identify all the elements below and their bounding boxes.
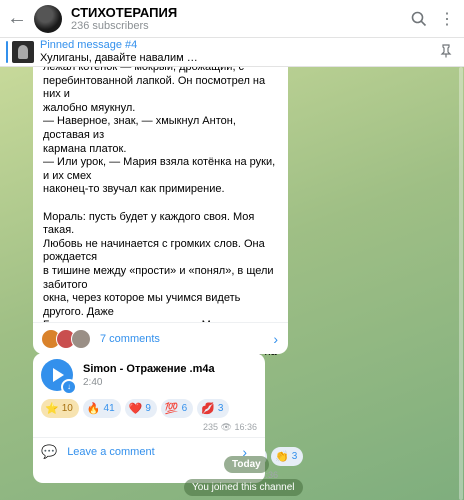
chat-background: лежал котенок — мокрый, дрожащий, с пере… [0,67,464,500]
reaction-chip[interactable]: ⭐ 10 [41,399,79,418]
chat-header: ← СТИХОТЕРАПИЯ 236 subscribers ⋮ [0,0,464,38]
audio-reactions: ⭐ 10 🔥 41 ❤️ 9 💯 6 💋 3 [41,399,257,418]
scrollbar[interactable] [458,67,464,500]
chevron-right-icon: › [273,330,278,347]
reaction-chip[interactable]: ❤️ 9 [124,399,157,418]
reaction-chip[interactable]: 💋 3 [197,399,230,418]
more-menu-icon[interactable]: ⋮ [436,8,458,30]
play-icon[interactable]: ↓ [41,359,77,395]
reaction-emoji: 👏 [274,450,289,463]
reaction-count: 3 [291,450,298,462]
post-time: 16:36 [234,422,257,432]
subscriber-count: 236 subscribers [71,19,149,32]
reaction-chip[interactable]: 💯 6 [160,399,194,418]
reaction-emoji: 💯 [164,403,179,415]
channel-avatar[interactable] [34,4,62,33]
reaction-count: 3 [217,403,224,414]
pinned-indicator [6,41,8,63]
reaction-count: 9 [145,403,151,414]
audio-player: ↓ Simon - Отражение .m4a 2:40 [41,359,257,395]
channel-title: СТИХОТЕРАПИЯ [71,4,178,20]
reaction-count: 41 [103,403,115,414]
comment-bubble-icon: 💬 [41,444,58,459]
audio-duration: 2:40 [83,376,103,388]
date-separator: Today [224,456,269,473]
pin-list-icon[interactable] [436,43,456,61]
view-count: 235 [202,422,218,432]
pinned-message-bar[interactable]: Pinned message #4 Хулиганы, давайте нава… [0,38,464,67]
scrollbar-thumb[interactable] [459,67,463,500]
audio-meta: 235 👁 16:36 [41,422,257,433]
commenter-avatar [71,328,91,349]
reaction-emoji: ❤️ [128,403,143,415]
pinned-title: Pinned message #4 [40,39,138,51]
reaction-count: 10 [61,403,73,414]
pinned-thumbnail [12,41,34,63]
audio-title: Simon - Отражение .m4a [83,362,215,375]
reaction-emoji: 🔥 [86,403,101,415]
reaction-count: 6 [181,403,188,414]
channel-info[interactable]: СТИХОТЕРАПИЯ 236 subscribers [71,5,408,33]
reaction-chip[interactable]: 👏 3 [270,446,304,466]
leave-comment-label: Leave a comment [67,446,155,458]
comments-label: 7 comments [100,332,160,345]
search-icon[interactable] [408,8,430,30]
pinned-preview: Хулиганы, давайте навалим … [40,52,198,64]
back-arrow-icon[interactable]: ← [0,0,34,38]
service-message: You joined this channel [184,479,303,496]
eye-icon: 👁 [220,422,232,432]
commenter-avatars [41,328,91,349]
reaction-emoji: ⭐ [45,403,59,415]
reaction-emoji: 💋 [201,403,215,415]
download-icon[interactable]: ↓ [61,379,77,395]
reaction-chip[interactable]: 🔥 41 [82,399,121,418]
comments-button[interactable]: 7 comments › [33,322,288,354]
channel-post: лежал котенок — мокрый, дрожащий, с пере… [33,67,304,480]
